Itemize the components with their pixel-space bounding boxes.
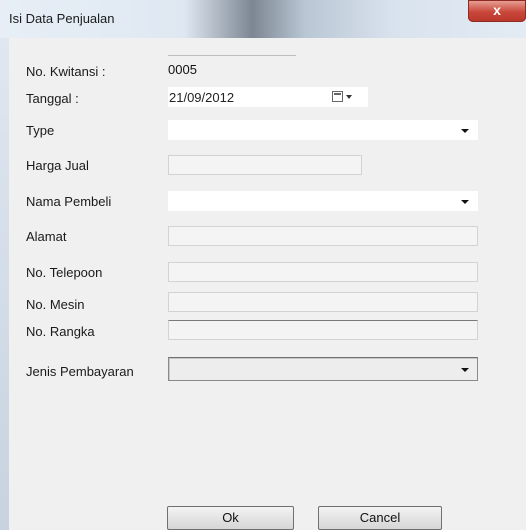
tanggal-label: Tanggal : [26, 91, 79, 106]
chevron-down-icon[interactable] [461, 368, 469, 372]
close-button[interactable]: x [468, 0, 526, 22]
jenis-pembayaran-label: Jenis Pembayaran [26, 364, 134, 379]
title-bar[interactable]: Isi Data Penjualan x [0, 0, 526, 38]
kwitansi-underline [168, 55, 296, 56]
rangka-field [168, 320, 478, 340]
dialog-body [9, 38, 526, 530]
window-title: Isi Data Penjualan [9, 11, 115, 26]
chevron-down-icon[interactable] [461, 200, 469, 204]
nama-pembeli-label: Nama Pembeli [26, 194, 112, 209]
tanggal-value: 21/09/2012 [169, 90, 235, 105]
mesin-label: No. Mesin [26, 297, 85, 312]
telepon-field [168, 262, 478, 282]
mesin-field [168, 292, 478, 312]
chevron-down-icon[interactable] [461, 129, 469, 133]
alamat-field [168, 226, 478, 246]
ok-button[interactable]: Ok [167, 506, 294, 530]
window-frame-left [0, 38, 9, 530]
kwitansi-value: 0005 [168, 62, 197, 77]
chevron-down-icon[interactable] [346, 95, 352, 99]
nama-pembeli-select[interactable] [168, 191, 478, 211]
type-select[interactable] [168, 120, 478, 140]
telepon-label: No. Telepoon [26, 265, 103, 280]
type-label: Type [26, 123, 55, 138]
rangka-label: No. Rangka [26, 324, 95, 339]
alamat-label: Alamat [26, 229, 67, 244]
tanggal-date-picker[interactable]: 21/09/2012 [168, 87, 368, 107]
harga-jual-field [168, 155, 362, 175]
close-icon: x [493, 2, 501, 18]
cancel-button[interactable]: Cancel [318, 506, 442, 530]
kwitansi-label: No. Kwitansi : [26, 64, 106, 79]
jenis-pembayaran-select[interactable] [168, 357, 478, 381]
calendar-icon[interactable] [332, 91, 343, 102]
harga-jual-label: Harga Jual [26, 158, 89, 173]
